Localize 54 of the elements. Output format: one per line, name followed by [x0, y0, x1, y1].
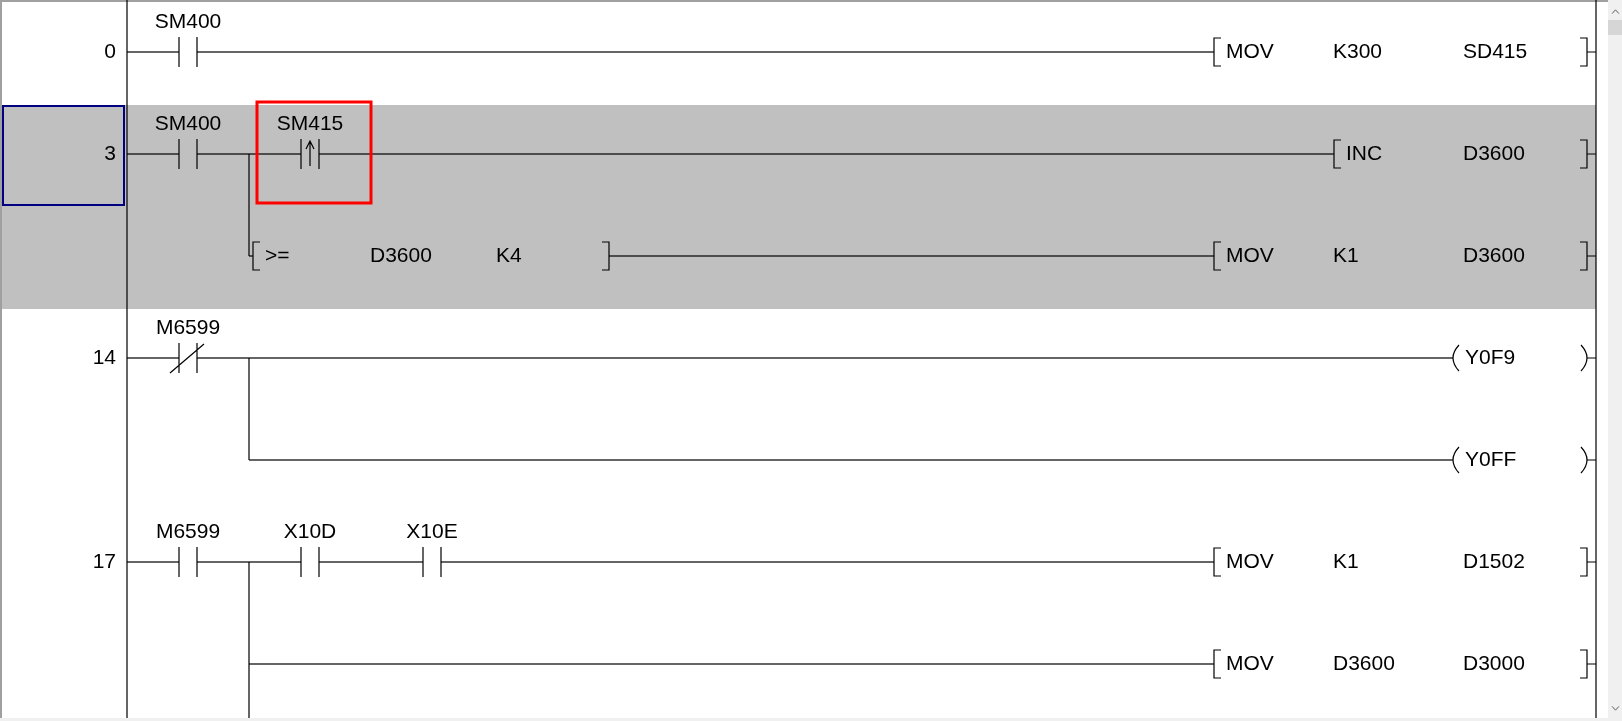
bracket-icon [1333, 139, 1342, 169]
device-label: X10E [406, 519, 458, 542]
bracket-icon [1579, 37, 1597, 67]
operand: K1 [1333, 549, 1359, 572]
bracket-icon [1579, 547, 1597, 577]
step-number: 14 [92, 345, 116, 368]
bracket-icon [1579, 649, 1597, 679]
coil-label: Y0FF [1465, 447, 1517, 470]
device-label: X10D [283, 519, 337, 542]
bracket-icon [1213, 37, 1222, 67]
bracket-icon [1579, 139, 1597, 169]
device-label: SM400 [154, 9, 222, 32]
step-number: 0 [104, 39, 116, 62]
parenthesis-icon [1452, 344, 1460, 372]
bracket-icon [1579, 241, 1597, 271]
arrow-contact-icon [300, 138, 320, 170]
instruction-mnemonic: MOV [1226, 39, 1274, 62]
operand: D3600 [1463, 243, 1525, 266]
operand: K300 [1333, 39, 1383, 62]
device-label: SM415 [276, 111, 344, 134]
chevron-up-icon[interactable] [1610, 9, 1620, 14]
instruction-mnemonic: MOV [1226, 651, 1274, 674]
device-label: SM400 [154, 111, 222, 134]
bracket-icon [1213, 241, 1222, 271]
chevron-down-icon[interactable] [1610, 706, 1620, 711]
operand: D3600 [1333, 651, 1395, 674]
parenthesis-icon [1580, 344, 1597, 372]
operand: K4 [496, 243, 522, 266]
wire [127, 357, 179, 359]
operand: SD415 [1463, 39, 1528, 62]
bracket-icon [601, 241, 610, 271]
operand: D3600 [370, 243, 432, 266]
wire [127, 51, 179, 53]
bracket-icon [1213, 649, 1222, 679]
step-number: 3 [104, 141, 116, 164]
instruction-mnemonic: INC [1346, 141, 1383, 164]
wire [127, 153, 179, 155]
coil-label: Y0F9 [1465, 345, 1516, 368]
wire [127, 561, 179, 563]
bracket-icon [1213, 547, 1222, 577]
step-number: 17 [92, 549, 116, 572]
operand: D1502 [1463, 549, 1525, 572]
instruction-mnemonic: MOV [1226, 549, 1274, 572]
scroll-thumb[interactable] [1608, 20, 1622, 35]
wire [249, 255, 253, 257]
parenthesis-icon [1580, 446, 1597, 474]
operand: K1 [1333, 243, 1359, 266]
device-label: M6599 [155, 519, 221, 542]
operand: D3600 [1463, 141, 1525, 164]
operand: D3000 [1463, 651, 1525, 674]
compare-operator: >= [265, 243, 290, 266]
device-label: M6599 [155, 315, 221, 338]
parenthesis-icon [1452, 446, 1460, 474]
instruction-mnemonic: MOV [1226, 243, 1274, 266]
